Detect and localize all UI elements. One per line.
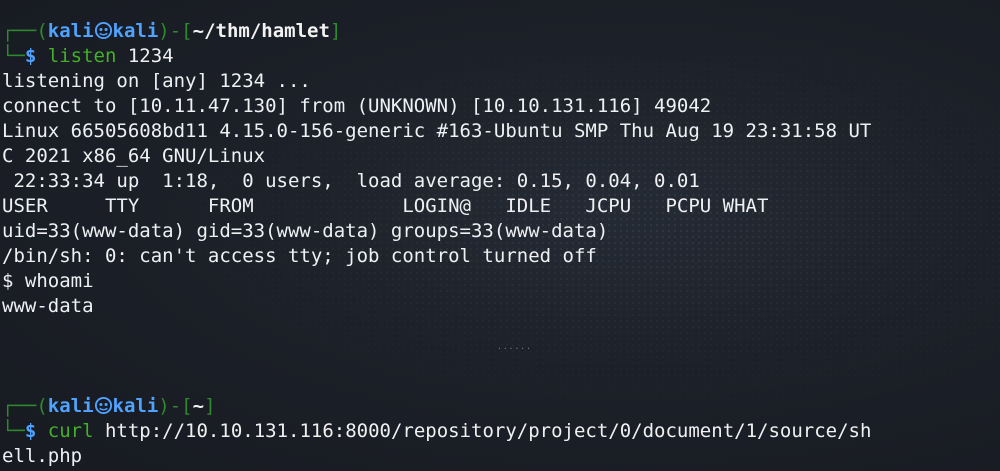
output-line: 22:33:34 up 1:18, 0 users, load average:…	[2, 170, 700, 192]
output-line: USER TTY FROM LOGIN@ IDLE JCPU PCPU WHAT	[2, 195, 769, 217]
output-line: listening on [any] 1234 ...	[2, 70, 311, 92]
command-line: └─$ listen 1234	[2, 44, 1000, 69]
prompt-dollar: $	[24, 45, 48, 67]
output-line: $ whoami	[2, 270, 94, 292]
terminal-window[interactable]: ┌──(kali kali)-[~/thm/hamlet] └─$ listen …	[0, 0, 1000, 471]
output-line: www-data	[2, 295, 94, 317]
command-name: curl	[47, 420, 94, 442]
kali-skull-icon	[94, 21, 112, 40]
prompt-frame-bottom: └─	[2, 45, 25, 67]
prompt-host: kali	[112, 395, 159, 417]
prompt-frame-bottom: └─	[2, 420, 25, 442]
output-line: C 2021 x86_64 GNU/Linux	[2, 145, 266, 167]
command-line: └─$ curl http://10.10.131.116:8000/repos…	[2, 419, 1000, 444]
command-args: http://10.10.131.116:8000/repository/pro…	[93, 420, 872, 442]
output-line: uid=33(www-data) gid=33(www-data) groups…	[2, 220, 609, 242]
prompt-path: ~	[192, 395, 205, 417]
prompt-separator: )-[	[158, 395, 193, 417]
prompt-dollar: $	[24, 420, 48, 442]
prompt-frame-top: ┌──(	[2, 20, 48, 42]
prompt-host: kali	[112, 20, 159, 42]
scroll-indicator: ......	[497, 342, 532, 351]
prompt-bracket-close: ]	[329, 20, 342, 42]
terminal-output[interactable]: ┌──(kali kali)-[~/thm/hamlet] └─$ listen …	[2, 19, 1000, 471]
prompt-path: ~/thm/hamlet	[192, 20, 330, 42]
command-name: listen	[47, 45, 117, 67]
prompt-bracket-close: ]	[204, 395, 216, 417]
prompt-user: kali	[47, 395, 94, 417]
output-line: Linux 66505608bd11 4.15.0-156-generic #1…	[2, 120, 872, 142]
prompt-separator: )-[	[158, 20, 193, 42]
output-line: /bin/sh: 0: can't access tty; job contro…	[2, 245, 597, 267]
prompt-frame-top: ┌──(	[2, 395, 48, 417]
prompt-header-line: ┌──(kali kali)-[~]	[2, 394, 1000, 419]
command-args-wrapped: ell.php	[2, 445, 83, 467]
prompt-user: kali	[47, 20, 94, 42]
command-args: 1234	[116, 45, 174, 67]
kali-skull-icon	[94, 396, 112, 415]
prompt-header-line: ┌──(kali kali)-[~/thm/hamlet]	[2, 19, 1000, 44]
output-line: connect to [10.11.47.130] from (UNKNOWN)…	[2, 95, 712, 117]
